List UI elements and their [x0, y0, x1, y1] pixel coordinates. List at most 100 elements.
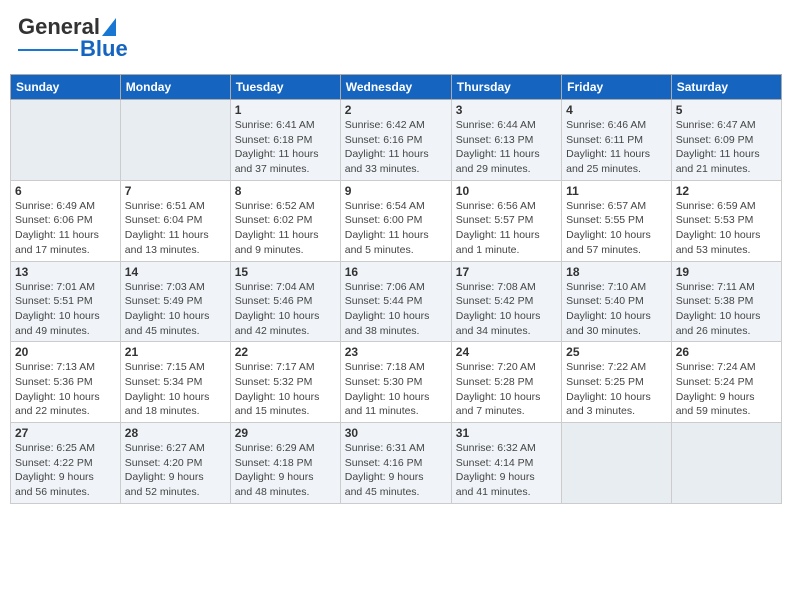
- day-number: 6: [15, 184, 116, 198]
- calendar-week-row: 6Sunrise: 6:49 AM Sunset: 6:06 PM Daylig…: [11, 180, 782, 261]
- calendar-cell: 17Sunrise: 7:08 AM Sunset: 5:42 PM Dayli…: [451, 261, 561, 342]
- day-number: 16: [345, 265, 447, 279]
- calendar-cell: 24Sunrise: 7:20 AM Sunset: 5:28 PM Dayli…: [451, 342, 561, 423]
- day-info: Sunrise: 7:06 AM Sunset: 5:44 PM Dayligh…: [345, 280, 447, 339]
- day-info: Sunrise: 6:59 AM Sunset: 5:53 PM Dayligh…: [676, 199, 777, 258]
- day-number: 7: [125, 184, 226, 198]
- calendar-cell: 2Sunrise: 6:42 AM Sunset: 6:16 PM Daylig…: [340, 100, 451, 181]
- calendar-cell: 21Sunrise: 7:15 AM Sunset: 5:34 PM Dayli…: [120, 342, 230, 423]
- calendar-cell: 11Sunrise: 6:57 AM Sunset: 5:55 PM Dayli…: [562, 180, 672, 261]
- day-info: Sunrise: 6:42 AM Sunset: 6:16 PM Dayligh…: [345, 118, 447, 177]
- calendar-header-row: SundayMondayTuesdayWednesdayThursdayFrid…: [11, 75, 782, 100]
- day-number: 26: [676, 345, 777, 359]
- day-number: 9: [345, 184, 447, 198]
- calendar-cell: 1Sunrise: 6:41 AM Sunset: 6:18 PM Daylig…: [230, 100, 340, 181]
- weekday-header-wednesday: Wednesday: [340, 75, 451, 100]
- calendar-cell: 31Sunrise: 6:32 AM Sunset: 4:14 PM Dayli…: [451, 423, 561, 504]
- day-number: 27: [15, 426, 116, 440]
- weekday-header-tuesday: Tuesday: [230, 75, 340, 100]
- calendar-cell: [562, 423, 672, 504]
- day-number: 13: [15, 265, 116, 279]
- day-info: Sunrise: 6:49 AM Sunset: 6:06 PM Dayligh…: [15, 199, 116, 258]
- day-number: 30: [345, 426, 447, 440]
- calendar-cell: 27Sunrise: 6:25 AM Sunset: 4:22 PM Dayli…: [11, 423, 121, 504]
- day-info: Sunrise: 7:03 AM Sunset: 5:49 PM Dayligh…: [125, 280, 226, 339]
- day-info: Sunrise: 7:13 AM Sunset: 5:36 PM Dayligh…: [15, 360, 116, 419]
- calendar-cell: 29Sunrise: 6:29 AM Sunset: 4:18 PM Dayli…: [230, 423, 340, 504]
- day-info: Sunrise: 7:20 AM Sunset: 5:28 PM Dayligh…: [456, 360, 557, 419]
- day-number: 21: [125, 345, 226, 359]
- calendar-cell: 26Sunrise: 7:24 AM Sunset: 5:24 PM Dayli…: [671, 342, 781, 423]
- day-number: 28: [125, 426, 226, 440]
- day-number: 19: [676, 265, 777, 279]
- calendar-cell: 3Sunrise: 6:44 AM Sunset: 6:13 PM Daylig…: [451, 100, 561, 181]
- calendar-week-row: 20Sunrise: 7:13 AM Sunset: 5:36 PM Dayli…: [11, 342, 782, 423]
- page-header: General Blue: [10, 10, 782, 66]
- calendar-cell: 28Sunrise: 6:27 AM Sunset: 4:20 PM Dayli…: [120, 423, 230, 504]
- calendar-cell: 20Sunrise: 7:13 AM Sunset: 5:36 PM Dayli…: [11, 342, 121, 423]
- day-number: 15: [235, 265, 336, 279]
- day-number: 29: [235, 426, 336, 440]
- day-number: 5: [676, 103, 777, 117]
- day-info: Sunrise: 6:41 AM Sunset: 6:18 PM Dayligh…: [235, 118, 336, 177]
- day-number: 20: [15, 345, 116, 359]
- day-info: Sunrise: 6:44 AM Sunset: 6:13 PM Dayligh…: [456, 118, 557, 177]
- day-info: Sunrise: 6:54 AM Sunset: 6:00 PM Dayligh…: [345, 199, 447, 258]
- calendar-cell: 16Sunrise: 7:06 AM Sunset: 5:44 PM Dayli…: [340, 261, 451, 342]
- day-info: Sunrise: 6:25 AM Sunset: 4:22 PM Dayligh…: [15, 441, 116, 500]
- day-number: 4: [566, 103, 667, 117]
- day-number: 25: [566, 345, 667, 359]
- day-number: 23: [345, 345, 447, 359]
- calendar-cell: 22Sunrise: 7:17 AM Sunset: 5:32 PM Dayli…: [230, 342, 340, 423]
- calendar-cell: [11, 100, 121, 181]
- day-number: 31: [456, 426, 557, 440]
- day-number: 17: [456, 265, 557, 279]
- day-number: 11: [566, 184, 667, 198]
- logo: General Blue: [18, 14, 128, 62]
- day-number: 8: [235, 184, 336, 198]
- day-info: Sunrise: 6:47 AM Sunset: 6:09 PM Dayligh…: [676, 118, 777, 177]
- calendar-week-row: 27Sunrise: 6:25 AM Sunset: 4:22 PM Dayli…: [11, 423, 782, 504]
- logo-line: [18, 49, 78, 51]
- calendar-table: SundayMondayTuesdayWednesdayThursdayFrid…: [10, 74, 782, 504]
- calendar-week-row: 13Sunrise: 7:01 AM Sunset: 5:51 PM Dayli…: [11, 261, 782, 342]
- weekday-header-monday: Monday: [120, 75, 230, 100]
- day-info: Sunrise: 6:32 AM Sunset: 4:14 PM Dayligh…: [456, 441, 557, 500]
- day-info: Sunrise: 6:31 AM Sunset: 4:16 PM Dayligh…: [345, 441, 447, 500]
- day-number: 24: [456, 345, 557, 359]
- day-info: Sunrise: 7:01 AM Sunset: 5:51 PM Dayligh…: [15, 280, 116, 339]
- calendar-cell: 23Sunrise: 7:18 AM Sunset: 5:30 PM Dayli…: [340, 342, 451, 423]
- calendar-cell: 15Sunrise: 7:04 AM Sunset: 5:46 PM Dayli…: [230, 261, 340, 342]
- weekday-header-saturday: Saturday: [671, 75, 781, 100]
- calendar-cell: 18Sunrise: 7:10 AM Sunset: 5:40 PM Dayli…: [562, 261, 672, 342]
- calendar-cell: 10Sunrise: 6:56 AM Sunset: 5:57 PM Dayli…: [451, 180, 561, 261]
- day-info: Sunrise: 7:22 AM Sunset: 5:25 PM Dayligh…: [566, 360, 667, 419]
- day-number: 2: [345, 103, 447, 117]
- weekday-header-sunday: Sunday: [11, 75, 121, 100]
- calendar-cell: 7Sunrise: 6:51 AM Sunset: 6:04 PM Daylig…: [120, 180, 230, 261]
- weekday-header-thursday: Thursday: [451, 75, 561, 100]
- day-info: Sunrise: 6:29 AM Sunset: 4:18 PM Dayligh…: [235, 441, 336, 500]
- day-info: Sunrise: 6:46 AM Sunset: 6:11 PM Dayligh…: [566, 118, 667, 177]
- day-info: Sunrise: 7:11 AM Sunset: 5:38 PM Dayligh…: [676, 280, 777, 339]
- day-info: Sunrise: 7:15 AM Sunset: 5:34 PM Dayligh…: [125, 360, 226, 419]
- day-number: 3: [456, 103, 557, 117]
- day-info: Sunrise: 7:04 AM Sunset: 5:46 PM Dayligh…: [235, 280, 336, 339]
- day-number: 1: [235, 103, 336, 117]
- calendar-cell: 12Sunrise: 6:59 AM Sunset: 5:53 PM Dayli…: [671, 180, 781, 261]
- day-number: 22: [235, 345, 336, 359]
- day-info: Sunrise: 6:52 AM Sunset: 6:02 PM Dayligh…: [235, 199, 336, 258]
- day-info: Sunrise: 6:57 AM Sunset: 5:55 PM Dayligh…: [566, 199, 667, 258]
- day-info: Sunrise: 6:27 AM Sunset: 4:20 PM Dayligh…: [125, 441, 226, 500]
- day-info: Sunrise: 6:56 AM Sunset: 5:57 PM Dayligh…: [456, 199, 557, 258]
- weekday-header-friday: Friday: [562, 75, 672, 100]
- day-info: Sunrise: 7:24 AM Sunset: 5:24 PM Dayligh…: [676, 360, 777, 419]
- calendar-cell: 13Sunrise: 7:01 AM Sunset: 5:51 PM Dayli…: [11, 261, 121, 342]
- calendar-cell: 30Sunrise: 6:31 AM Sunset: 4:16 PM Dayli…: [340, 423, 451, 504]
- calendar-cell: 19Sunrise: 7:11 AM Sunset: 5:38 PM Dayli…: [671, 261, 781, 342]
- day-info: Sunrise: 7:18 AM Sunset: 5:30 PM Dayligh…: [345, 360, 447, 419]
- calendar-week-row: 1Sunrise: 6:41 AM Sunset: 6:18 PM Daylig…: [11, 100, 782, 181]
- logo-blue: Blue: [80, 36, 128, 62]
- day-info: Sunrise: 6:51 AM Sunset: 6:04 PM Dayligh…: [125, 199, 226, 258]
- calendar-cell: [671, 423, 781, 504]
